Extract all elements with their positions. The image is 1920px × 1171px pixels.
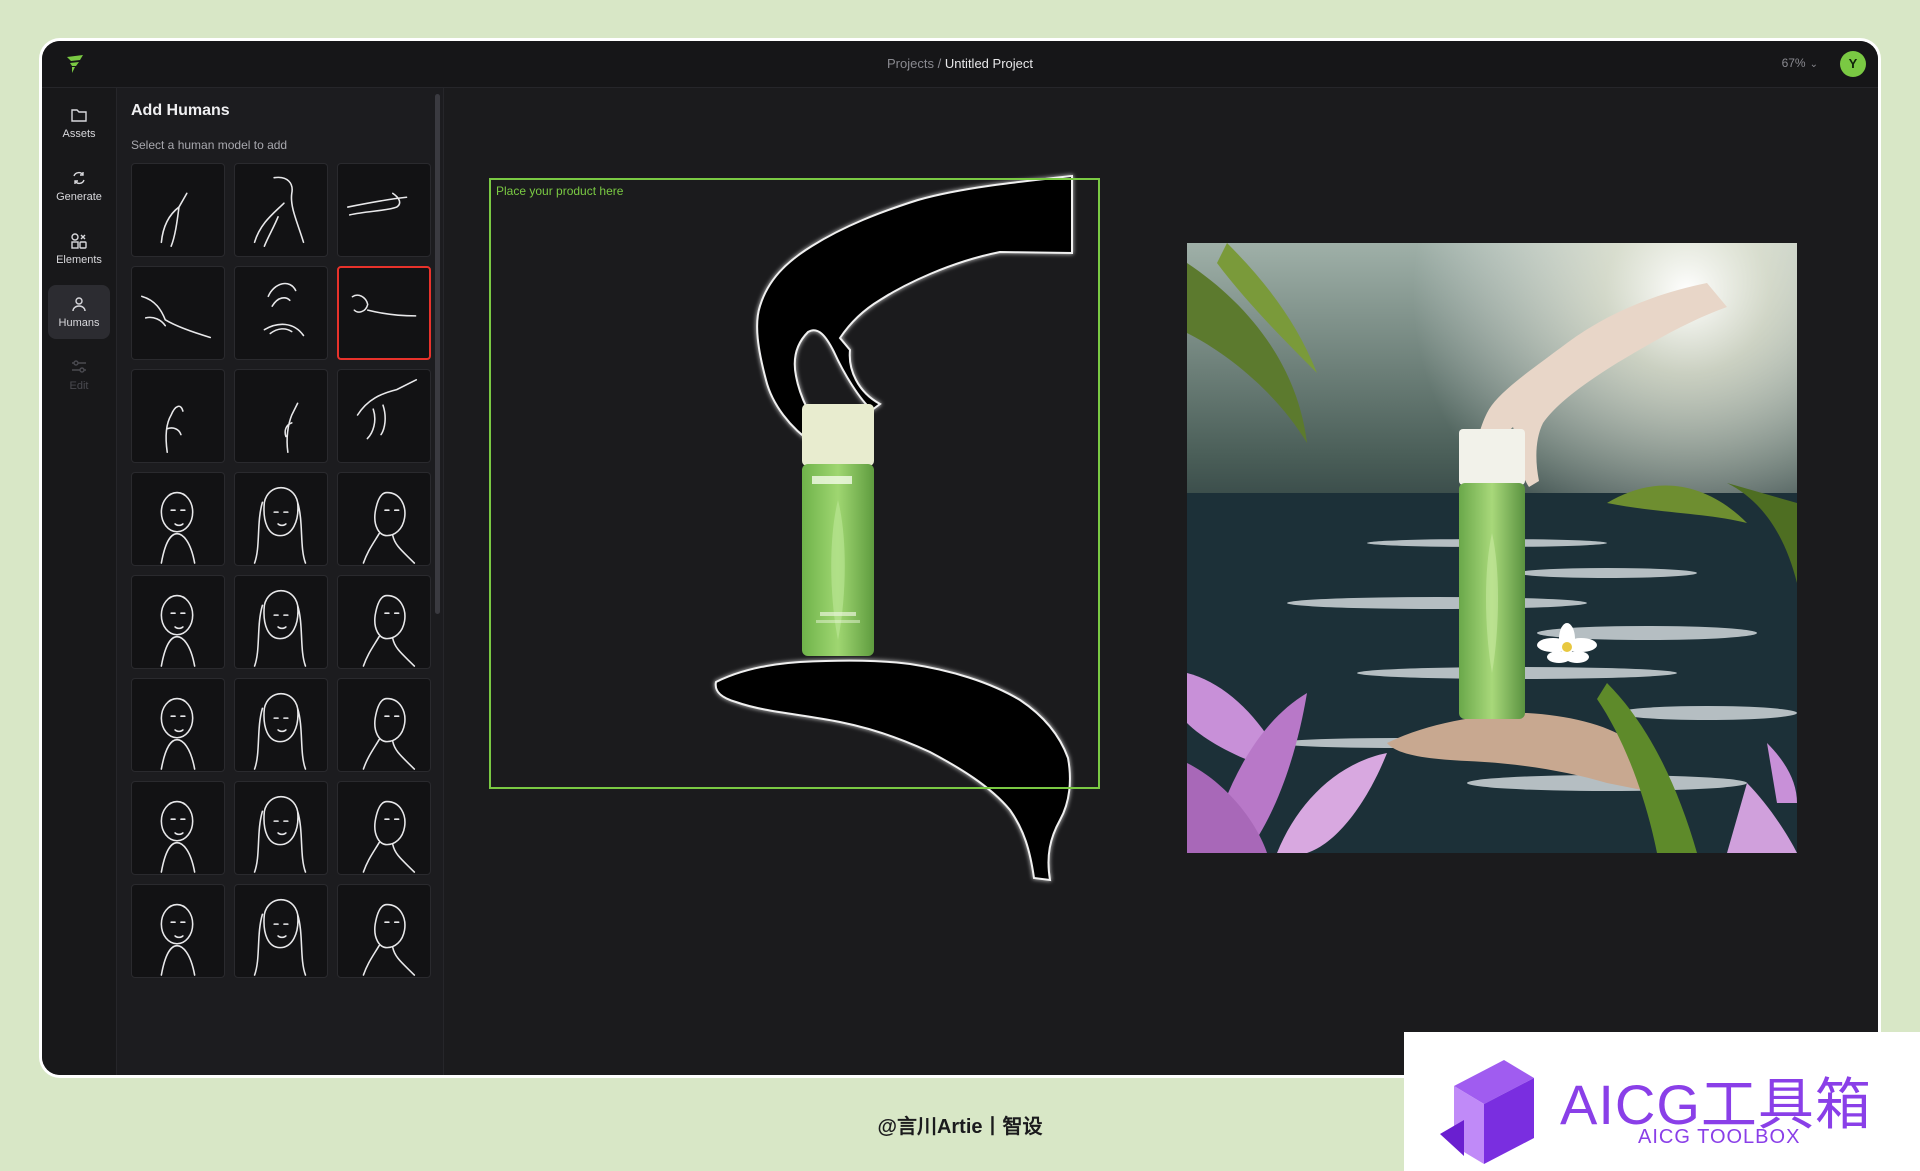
human-outline-thumbnail <box>253 590 307 667</box>
folder-icon <box>71 109 87 122</box>
panel-title: Add Humans <box>131 102 230 119</box>
human-outline-thumbnail <box>141 295 212 339</box>
human-outline-thumbnail <box>356 379 418 440</box>
human-outline-thumbnail <box>160 192 188 247</box>
human-model-grid <box>131 163 431 978</box>
human-outline-thumbnail <box>160 800 196 873</box>
human-tile-hand[interactable] <box>337 266 431 360</box>
human-tile-hand[interactable] <box>234 266 328 360</box>
human-outline-thumbnail <box>160 491 196 564</box>
refresh-icon <box>73 171 85 185</box>
human-outline-thumbnail <box>362 491 416 564</box>
human-tile-hand[interactable] <box>234 369 328 463</box>
human-outline-thumbnail <box>253 176 305 247</box>
badge-subtitle: AICG TOOLBOX <box>1638 1126 1801 1148</box>
rail-item-label: Edit <box>69 380 89 392</box>
rail-item-edit: Edit <box>48 348 110 402</box>
breadcrumb-separator: / <box>933 56 945 71</box>
human-tile-face[interactable] <box>131 575 225 669</box>
human-tile-face[interactable] <box>131 678 225 772</box>
human-tile-face[interactable] <box>337 884 431 978</box>
human-outline-thumbnail <box>284 402 299 453</box>
human-tile-face[interactable] <box>337 472 431 566</box>
user-avatar[interactable]: Y <box>1840 51 1866 77</box>
breadcrumb-projects[interactable]: Projects <box>887 56 934 71</box>
human-outline-thumbnail <box>362 800 416 873</box>
top-bar: Projects / Untitled Project 67% ⌄ Y <box>42 41 1878 88</box>
breadcrumb: Projects / Untitled Project <box>42 56 1878 71</box>
rail-item-elements[interactable]: Elements <box>48 222 110 276</box>
human-outline-thumbnail <box>253 899 307 976</box>
human-tile-face[interactable] <box>234 678 328 772</box>
human-tile-face[interactable] <box>337 575 431 669</box>
drop-zone-label: Place your product here <box>496 184 624 198</box>
rail-item-assets[interactable]: Assets <box>48 96 110 150</box>
human-tile-face[interactable] <box>234 575 328 669</box>
human-outline-thumbnail <box>351 294 417 317</box>
human-tile-face[interactable] <box>234 781 328 875</box>
human-tile-hand[interactable] <box>131 266 225 360</box>
human-tile-hand[interactable] <box>131 369 225 463</box>
humans-panel: Add Humans Select a human model to add <box>117 88 444 1075</box>
human-outline-thumbnail <box>253 487 307 564</box>
human-tile-face[interactable] <box>131 884 225 978</box>
human-outline-thumbnail <box>362 697 416 770</box>
human-tile-face[interactable] <box>131 472 225 566</box>
human-outline-thumbnail <box>362 594 416 667</box>
rail-item-generate[interactable]: Generate <box>48 159 110 213</box>
toolbox-logo-icon <box>1440 1060 1534 1164</box>
generated-result-image[interactable] <box>1187 243 1797 853</box>
human-outline-thumbnail <box>253 693 307 770</box>
human-tile-face[interactable] <box>131 781 225 875</box>
toolbox-badge: AICG工具箱 AICG TOOLBOX <box>1404 1032 1920 1171</box>
human-tile-hand[interactable] <box>337 163 431 257</box>
shapes-icon <box>71 233 87 249</box>
rail-item-label: Elements <box>56 254 102 266</box>
human-tile-hand[interactable] <box>131 163 225 257</box>
human-outline-thumbnail <box>362 903 416 976</box>
human-outline-thumbnail <box>160 594 196 667</box>
rail-item-humans[interactable]: Humans <box>48 285 110 339</box>
human-tile-face[interactable] <box>234 884 328 978</box>
human-outline-thumbnail <box>160 697 196 770</box>
human-outline-thumbnail <box>160 903 196 976</box>
human-tile-face[interactable] <box>337 678 431 772</box>
rail-item-label: Assets <box>62 128 96 140</box>
person-icon <box>72 297 86 312</box>
rail-item-label: Humans <box>58 317 100 329</box>
human-tile-hand[interactable] <box>337 369 431 463</box>
rail-item-label: Generate <box>56 191 102 203</box>
human-outline-thumbnail <box>263 282 305 337</box>
chevron-down-icon: ⌄ <box>1809 59 1818 70</box>
human-tile-face[interactable] <box>234 472 328 566</box>
human-tile-hand[interactable] <box>234 163 328 257</box>
tool-rail: Assets Generate Elements Humans Edit <box>42 88 117 1075</box>
human-outline-thumbnail <box>347 192 408 216</box>
panel-subtitle: Select a human model to add <box>131 138 288 152</box>
sliders-icon <box>72 360 86 373</box>
human-tile-face[interactable] <box>337 781 431 875</box>
zoom-level: 67% <box>1781 56 1806 70</box>
human-outline-thumbnail <box>253 796 307 873</box>
panel-scrollbar[interactable] <box>435 94 440 614</box>
human-outline-thumbnail <box>165 405 184 453</box>
breadcrumb-current-project[interactable]: Untitled Project <box>945 56 1033 71</box>
zoom-dropdown[interactable]: 67% ⌄ <box>1782 56 1818 70</box>
product-drop-zone[interactable] <box>489 178 1100 789</box>
